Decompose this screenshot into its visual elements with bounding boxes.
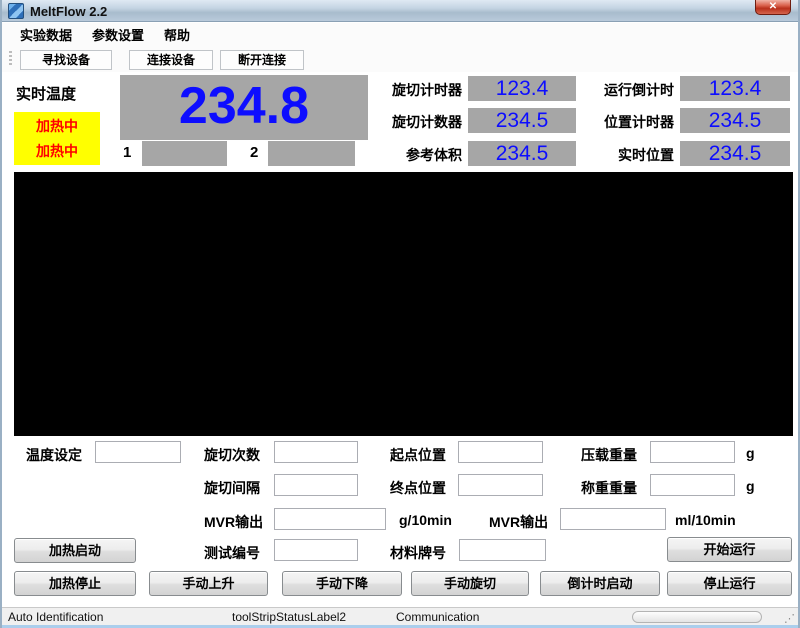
load-weight-input[interactable] [650,441,735,463]
channel-1-display [142,141,227,166]
end-pos-label: 终点位置 [390,480,446,496]
test-no-label: 测试编号 [204,545,260,561]
start-pos-label: 起点位置 [390,447,446,463]
end-pos-input[interactable] [458,474,543,496]
ref-volume-label: 参考体积 [406,147,462,163]
menu-item-help[interactable]: 帮助 [154,22,200,47]
channel-1-label: 1 [123,144,132,161]
realtime-temperature-label: 实时温度 [16,86,77,103]
meltflow-window: MeltFlow 2.2 ✕ 实验数据 参数设置 帮助 寻找设备 连接设备 断开… [0,0,800,628]
cut-counter-label: 旋切计数器 [392,114,462,130]
load-weight-unit: g [746,445,755,461]
disconnect-button[interactable]: 断开连接 [220,50,304,70]
close-icon: ✕ [768,1,778,12]
cut-timer-value: 123.4 [468,76,576,101]
status-bar: Auto Identification toolStripStatusLabel… [2,607,798,625]
test-no-input[interactable] [274,539,358,561]
resize-grip-icon[interactable]: ⋰ [784,612,795,625]
temperature-display: 234.8 [120,75,368,140]
weigh-weight-input[interactable] [650,474,735,496]
menu-item-experiment-data[interactable]: 实验数据 [10,22,82,47]
realtime-position-value: 234.5 [680,141,790,166]
close-button[interactable]: ✕ [755,0,791,15]
heating-status-line: 加热中 [36,142,78,159]
connect-device-button[interactable]: 连接设备 [129,50,213,70]
window-title: MeltFlow 2.2 [30,4,108,19]
realtime-position-label: 实时位置 [618,147,674,163]
mvr-g-unit: g/10min [399,512,452,528]
cut-count-input[interactable] [274,441,358,463]
run-start-button[interactable]: 开始运行 [667,537,792,562]
mvr-ml-input[interactable] [560,508,666,530]
app-icon [8,3,24,19]
position-timer-label: 位置计时器 [604,114,674,130]
ref-volume-value: 234.5 [468,141,576,166]
cut-interval-input[interactable] [274,474,358,496]
status-auto-identification: Auto Identification [8,610,104,624]
menu-bar: 实验数据 参数设置 帮助 [2,23,798,46]
mvr-ml-label: MVR输出 [489,514,549,530]
run-countdown-label: 运行倒计时 [604,82,674,98]
toolbar: 寻找设备 连接设备 断开连接 [2,46,798,72]
channel-2-display [268,141,355,166]
position-timer-value: 234.5 [680,108,790,133]
status-progressbar [632,611,762,623]
cut-count-label: 旋切次数 [204,447,260,463]
manual-down-button[interactable]: 手动下降 [282,571,402,596]
chart-display-panel [14,172,793,436]
heating-status-line: 加热中 [36,117,78,134]
manual-cut-button[interactable]: 手动旋切 [411,571,529,596]
find-device-button[interactable]: 寻找设备 [20,50,112,70]
temp-set-label: 温度设定 [26,447,82,463]
heating-status-box: 加热中 加热中 [14,112,100,165]
run-stop-button[interactable]: 停止运行 [667,571,792,596]
status-communication: Communication [396,610,480,624]
channel-2-label: 2 [250,144,259,161]
mvr-g-label: MVR输出 [204,514,264,530]
mvr-g-input[interactable] [274,508,386,530]
cut-interval-label: 旋切间隔 [204,480,260,496]
run-countdown-value: 123.4 [680,76,790,101]
heat-start-button[interactable]: 加热启动 [14,538,136,563]
weigh-weight-label: 称重重量 [581,480,637,496]
title-bar[interactable]: MeltFlow 2.2 ✕ [2,0,798,22]
material-input[interactable] [459,539,546,561]
menu-item-parameter-settings[interactable]: 参数设置 [82,22,154,47]
toolbar-grip-icon [9,51,12,67]
load-weight-label: 压载重量 [581,447,637,463]
mvr-ml-unit: ml/10min [675,512,736,528]
cut-counter-value: 234.5 [468,108,576,133]
cut-timer-label: 旋切计时器 [392,82,462,98]
heat-stop-button[interactable]: 加热停止 [14,571,136,596]
weigh-weight-unit: g [746,478,755,494]
status-label2: toolStripStatusLabel2 [232,610,347,624]
countdown-start-button[interactable]: 倒计时启动 [540,571,660,596]
start-pos-input[interactable] [458,441,543,463]
temp-set-input[interactable] [95,441,181,463]
manual-up-button[interactable]: 手动上升 [149,571,268,596]
material-label: 材料牌号 [390,545,446,561]
